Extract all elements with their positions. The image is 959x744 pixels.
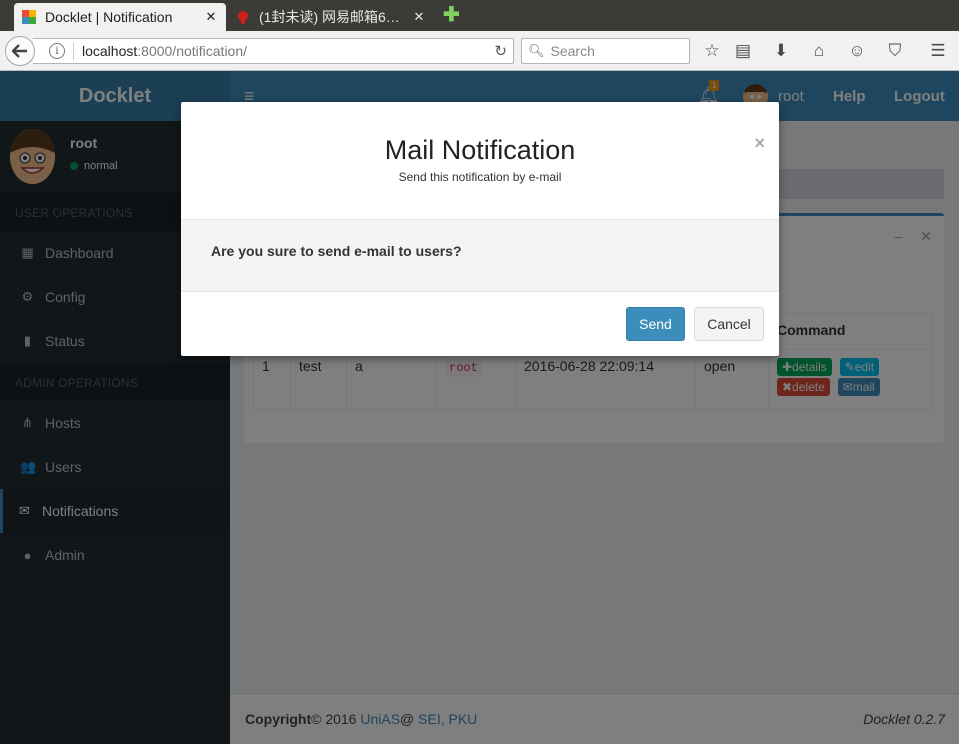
reading-list-icon[interactable]: ▤ [732,40,754,62]
menu-icon[interactable]: ☰ [927,40,949,62]
modal-header: Mail Notification Send this notification… [181,102,779,220]
close-tab-icon[interactable]: ✕ [204,9,218,25]
send-button[interactable]: Send [626,307,685,341]
close-tab-icon[interactable]: ✕ [412,9,426,25]
modal-close-icon[interactable]: × [754,133,765,154]
browser-tab-bar: Docklet | Notification ✕ (1封未读) 网易邮箱6… ✕… [0,0,959,31]
tab-mail[interactable]: (1封未读) 网易邮箱6… ✕ [228,3,434,31]
reload-icon[interactable]: ↻ [494,42,507,60]
tab-title: Docklet | Notification [45,9,173,25]
mail-favicon-icon [238,11,248,24]
home-icon[interactable]: ⌂ [808,40,830,62]
site-info-icon[interactable]: i [49,43,65,59]
search-icon: 🔍︎ [528,43,545,58]
chat-icon[interactable]: ☺ [846,40,868,62]
tab-title: (1封未读) 网易邮箱6… [259,9,400,25]
url-path: :8000/notification/ [137,43,248,59]
pocket-icon[interactable]: ⛉ [884,40,906,62]
back-arrow-icon [12,44,27,58]
modal-footer: Send Cancel [181,292,779,356]
modal-title: Mail Notification [384,135,576,165]
download-icon[interactable]: ⬇ [770,40,792,62]
url-separator [73,42,74,60]
back-button[interactable] [5,36,35,66]
mail-notification-modal: Mail Notification Send this notification… [181,102,779,356]
tab-docklet-notification[interactable]: Docklet | Notification ✕ [14,3,226,31]
bookmark-star-icon[interactable]: ☆ [701,40,723,62]
url-bar[interactable]: i localhost:8000/notification/ ↻ [33,38,514,64]
modal-body: Are you sure to send e-mail to users? [181,220,779,292]
url-host: localhost [82,43,138,59]
search-input[interactable] [550,43,681,59]
cancel-button[interactable]: Cancel [694,307,764,341]
search-bar[interactable]: 🔍︎ [521,38,690,64]
browser-nav-bar: i localhost:8000/notification/ ↻ 🔍︎ ☆ ▤ … [0,31,959,71]
docklet-favicon-icon [22,10,36,24]
new-tab-icon[interactable]: ✚ [443,5,460,25]
modal-subtitle: Send this notification by e-mail [398,170,562,184]
